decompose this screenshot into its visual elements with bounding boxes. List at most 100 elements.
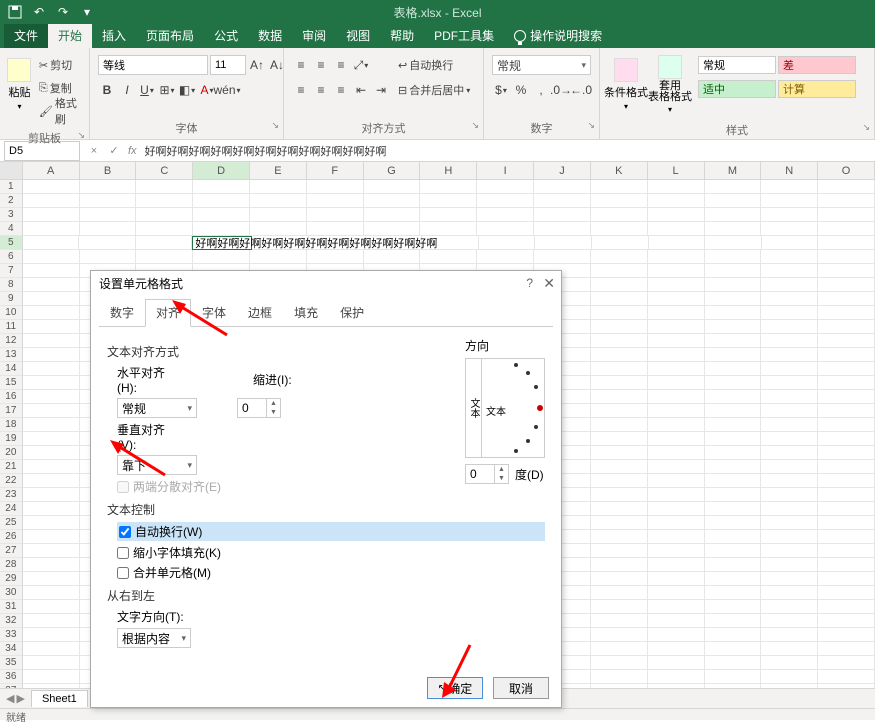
select-all-triangle[interactable] bbox=[0, 162, 23, 179]
col-header-O[interactable]: O bbox=[818, 162, 875, 179]
row-header[interactable]: 11 bbox=[0, 320, 23, 334]
cell[interactable] bbox=[705, 446, 762, 460]
cell[interactable] bbox=[649, 236, 706, 250]
cell[interactable]: 好啊好啊好啊好啊好啊好啊好啊好啊好啊好啊好啊 bbox=[192, 236, 252, 250]
cell[interactable] bbox=[818, 208, 875, 222]
cell[interactable] bbox=[818, 600, 875, 614]
format-painter-button[interactable]: 🖌格式刷 bbox=[39, 100, 81, 122]
row-header[interactable]: 13 bbox=[0, 348, 23, 362]
text-direction-combo[interactable]: 根据内容 bbox=[117, 628, 191, 648]
cell[interactable] bbox=[761, 194, 818, 208]
cell[interactable] bbox=[250, 250, 307, 264]
indent-spinner[interactable]: 0 ▲▼ bbox=[237, 398, 281, 418]
row-header[interactable]: 28 bbox=[0, 558, 23, 572]
cell[interactable] bbox=[23, 628, 80, 642]
cell[interactable] bbox=[818, 418, 875, 432]
cell[interactable] bbox=[591, 642, 648, 656]
ok-button[interactable]: ↖确定 bbox=[427, 677, 483, 699]
row-header[interactable]: 15 bbox=[0, 376, 23, 390]
cell[interactable] bbox=[818, 502, 875, 516]
paste-button[interactable]: 粘贴 ▾ bbox=[4, 52, 35, 116]
cell[interactable] bbox=[23, 334, 80, 348]
cell[interactable] bbox=[648, 334, 705, 348]
dlg-tab-border[interactable]: 边框 bbox=[237, 299, 283, 326]
cell[interactable] bbox=[648, 488, 705, 502]
cell[interactable] bbox=[761, 614, 818, 628]
cell[interactable] bbox=[705, 278, 762, 292]
cell[interactable] bbox=[136, 194, 193, 208]
cell[interactable] bbox=[23, 264, 80, 278]
cell[interactable] bbox=[23, 236, 80, 250]
cell[interactable] bbox=[648, 208, 705, 222]
cell[interactable] bbox=[307, 194, 364, 208]
formula-value[interactable]: 好啊好啊好啊好啊好啊好啊好啊好啊好啊好啊好啊 bbox=[141, 143, 391, 159]
col-header-M[interactable]: M bbox=[705, 162, 762, 179]
align-middle-icon[interactable]: ≡ bbox=[312, 56, 330, 74]
col-header-D[interactable]: D bbox=[193, 162, 250, 179]
cell[interactable] bbox=[591, 670, 648, 684]
row-header[interactable]: 6 bbox=[0, 250, 23, 264]
degree-down-icon[interactable]: ▼ bbox=[495, 474, 508, 483]
cell[interactable] bbox=[592, 236, 649, 250]
cell[interactable] bbox=[23, 320, 80, 334]
tab-pdf[interactable]: PDF工具集 bbox=[424, 23, 504, 48]
enter-icon[interactable]: ✓ bbox=[104, 144, 124, 157]
cell[interactable] bbox=[761, 376, 818, 390]
cell[interactable] bbox=[23, 530, 80, 544]
row-header[interactable]: 2 bbox=[0, 194, 23, 208]
cell[interactable] bbox=[136, 236, 193, 250]
cell[interactable] bbox=[477, 222, 534, 236]
cell[interactable] bbox=[818, 586, 875, 600]
cell[interactable] bbox=[591, 278, 648, 292]
cell[interactable] bbox=[761, 278, 818, 292]
cell[interactable] bbox=[648, 390, 705, 404]
fill-color-button[interactable]: ◧ bbox=[178, 81, 196, 99]
row-header[interactable]: 21 bbox=[0, 460, 23, 474]
row-header[interactable]: 12 bbox=[0, 334, 23, 348]
cell[interactable] bbox=[23, 390, 80, 404]
cell[interactable] bbox=[420, 222, 477, 236]
close-icon[interactable]: ✕ bbox=[543, 275, 555, 292]
cell[interactable] bbox=[761, 432, 818, 446]
cell[interactable] bbox=[250, 180, 307, 194]
cell[interactable] bbox=[648, 432, 705, 446]
row-header[interactable]: 34 bbox=[0, 642, 23, 656]
cell[interactable] bbox=[648, 320, 705, 334]
cell[interactable] bbox=[591, 432, 648, 446]
cell[interactable] bbox=[818, 558, 875, 572]
cell[interactable] bbox=[307, 180, 364, 194]
row-header[interactable]: 18 bbox=[0, 418, 23, 432]
cell[interactable] bbox=[705, 572, 762, 586]
cell[interactable] bbox=[250, 194, 307, 208]
cell[interactable] bbox=[648, 250, 705, 264]
col-header-C[interactable]: C bbox=[136, 162, 193, 179]
wrap-text-button[interactable]: ↩自动换行 bbox=[398, 54, 470, 76]
cell[interactable] bbox=[534, 222, 591, 236]
cell[interactable] bbox=[23, 656, 80, 670]
cell[interactable] bbox=[534, 194, 591, 208]
cell[interactable] bbox=[818, 194, 875, 208]
cell[interactable] bbox=[420, 194, 477, 208]
row-header[interactable]: 19 bbox=[0, 432, 23, 446]
cell[interactable] bbox=[648, 306, 705, 320]
cell[interactable] bbox=[818, 488, 875, 502]
style-good[interactable]: 适中 bbox=[698, 80, 776, 98]
cell[interactable] bbox=[761, 586, 818, 600]
cell[interactable] bbox=[818, 642, 875, 656]
row-header[interactable]: 35 bbox=[0, 656, 23, 670]
cell[interactable] bbox=[23, 418, 80, 432]
cell[interactable] bbox=[818, 236, 875, 250]
cell[interactable] bbox=[193, 180, 250, 194]
cell[interactable] bbox=[705, 376, 762, 390]
align-bottom-icon[interactable]: ≡ bbox=[332, 56, 350, 74]
cell[interactable] bbox=[705, 628, 762, 642]
cell[interactable] bbox=[705, 208, 762, 222]
cell[interactable] bbox=[591, 390, 648, 404]
grow-font-icon[interactable]: A↑ bbox=[248, 56, 266, 74]
cell[interactable] bbox=[80, 194, 137, 208]
cell[interactable] bbox=[591, 488, 648, 502]
tab-home[interactable]: 开始 bbox=[48, 23, 92, 48]
cell[interactable] bbox=[818, 334, 875, 348]
cell[interactable] bbox=[534, 180, 591, 194]
vertical-text-box[interactable]: 文本 bbox=[466, 359, 482, 457]
